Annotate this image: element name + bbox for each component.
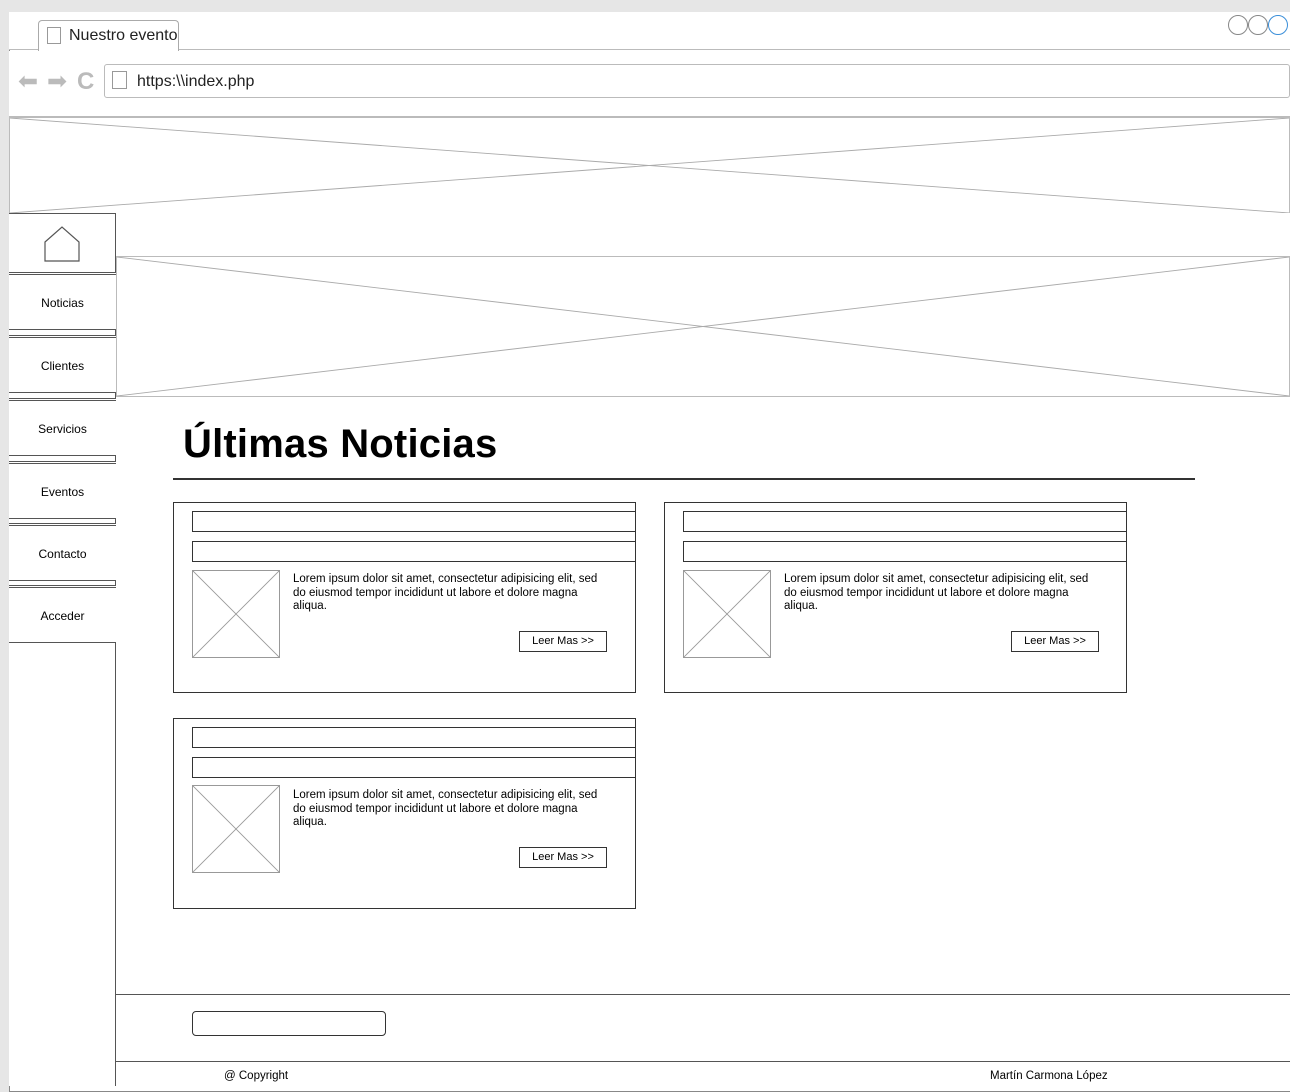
sidebar-item-acceder[interactable]: Acceder: [9, 585, 116, 643]
card-text: Lorem ipsum dolor sit amet, consectetur …: [293, 573, 598, 612]
read-more-button[interactable]: Leer Mas >>: [519, 847, 607, 868]
card-subtitle-field[interactable]: [192, 541, 636, 562]
window-control-3[interactable]: [1268, 15, 1288, 35]
footer-divider-top: [116, 994, 1290, 995]
author-text: Martín Carmona López: [990, 1070, 1108, 1082]
refresh-icon[interactable]: C: [77, 68, 94, 96]
banner-image-placeholder: [9, 117, 1290, 214]
sidebar-item-contacto[interactable]: Contacto: [9, 523, 116, 581]
copyright-text: @ Copyright: [224, 1070, 289, 1082]
forward-arrow-icon[interactable]: ➡: [47, 68, 67, 96]
sidebar-item-noticias[interactable]: Noticias: [9, 272, 116, 330]
tab-bar: [9, 12, 1290, 50]
sidebar-item-servicios[interactable]: Servicios: [9, 398, 116, 456]
page-title: Últimas Noticias: [183, 422, 498, 466]
card-title-field[interactable]: [192, 511, 636, 532]
page-icon: [47, 27, 61, 44]
hero-image-placeholder: [116, 256, 1290, 397]
footer-divider-bottom: [116, 1061, 1290, 1062]
sidebar-item-label: Servicios: [38, 422, 87, 436]
sidebar-item-label: Clientes: [40, 359, 85, 373]
card-image-placeholder: [683, 570, 771, 658]
url-text: https:\\index.php: [137, 73, 255, 90]
read-more-button[interactable]: Leer Mas >>: [1011, 631, 1099, 652]
card-title-field[interactable]: [192, 727, 636, 748]
sidebar-item-label: Eventos: [40, 485, 85, 499]
card-title-field[interactable]: [683, 511, 1127, 532]
card-image-placeholder: [192, 570, 280, 658]
card-image-placeholder: [192, 785, 280, 873]
window-control-1[interactable]: [1228, 15, 1248, 35]
url-page-icon: [112, 71, 127, 89]
footer-input[interactable]: [192, 1011, 386, 1036]
card-text: Lorem ipsum dolor sit amet, consectetur …: [784, 573, 1089, 612]
window-control-2[interactable]: [1248, 15, 1268, 35]
back-arrow-icon[interactable]: ⬅: [18, 68, 38, 96]
card-text: Lorem ipsum dolor sit amet, consectetur …: [293, 789, 598, 828]
sidebar-item-eventos[interactable]: Eventos: [9, 461, 116, 519]
tab-title: Nuestro evento: [69, 27, 178, 44]
card-subtitle-field[interactable]: [192, 757, 636, 778]
read-more-button[interactable]: Leer Mas >>: [519, 631, 607, 652]
title-divider: [173, 478, 1195, 480]
sidebar-item-clientes[interactable]: Clientes: [9, 335, 116, 393]
card-subtitle-field[interactable]: [683, 541, 1127, 562]
home-icon[interactable]: [43, 225, 81, 263]
sidebar-item-label: Acceder: [40, 609, 85, 623]
sidebar-item-label: Contacto: [38, 547, 87, 561]
sidebar-item-label: Noticias: [41, 296, 84, 310]
url-field[interactable]: https:\\index.php: [104, 64, 1290, 98]
